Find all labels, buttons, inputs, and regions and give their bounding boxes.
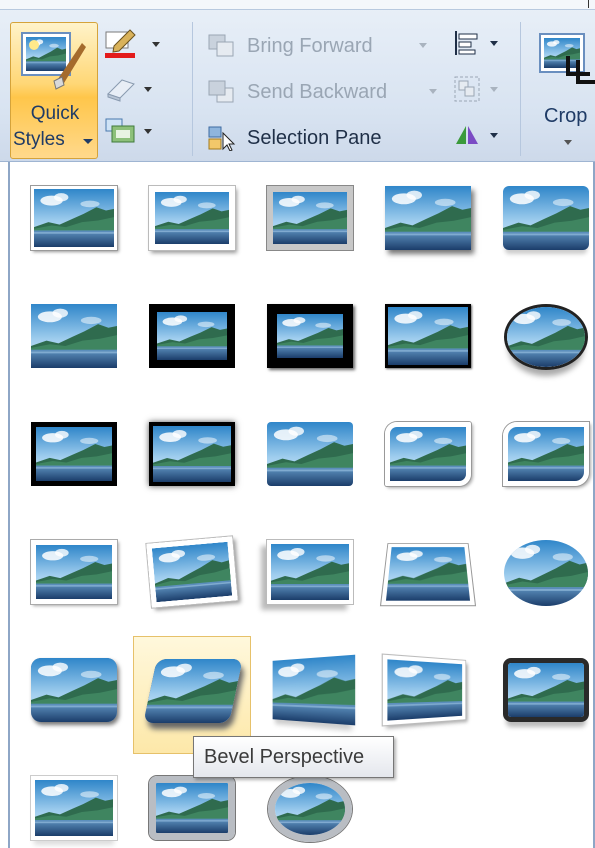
send-backward-icon xyxy=(208,80,234,103)
bring-forward-button[interactable]: Bring Forward xyxy=(205,28,435,64)
rotate-button[interactable] xyxy=(452,120,504,154)
window-edge-mark xyxy=(588,0,589,8)
style-option-26[interactable] xyxy=(15,754,133,848)
bring-forward-label: Bring Forward xyxy=(247,35,373,57)
pencil-red-underline-icon xyxy=(105,29,136,58)
group-icon xyxy=(454,76,480,102)
style-option-7[interactable] xyxy=(133,282,251,400)
style-option-21[interactable] xyxy=(15,636,133,754)
quick-styles-dropdown-arrow xyxy=(83,139,93,144)
style-thumbnail xyxy=(382,654,466,726)
crop-button[interactable]: Crop xyxy=(528,22,595,157)
picture-layout-button[interactable] xyxy=(104,116,158,150)
style-option-12[interactable] xyxy=(133,400,251,518)
ribbon-separator-2 xyxy=(520,22,521,156)
style-thumbnail xyxy=(31,186,117,250)
style-option-16[interactable] xyxy=(15,518,133,636)
style-thumbnail xyxy=(267,186,353,250)
style-thumbnail xyxy=(385,186,471,250)
selection-pane-icon xyxy=(208,126,236,151)
style-thumbnail xyxy=(273,654,356,726)
style-option-25[interactable] xyxy=(487,636,595,754)
style-thumbnail xyxy=(149,304,235,368)
crop-dropdown-arrow xyxy=(564,140,572,145)
align-button[interactable] xyxy=(452,28,504,62)
style-option-18[interactable] xyxy=(251,518,369,636)
style-thumbnail xyxy=(267,304,353,368)
crop-icon xyxy=(539,33,595,84)
style-option-11[interactable] xyxy=(15,400,133,518)
style-thumbnail xyxy=(31,540,117,604)
style-option-8[interactable] xyxy=(251,282,369,400)
style-thumbnail xyxy=(143,659,243,723)
style-thumbnail xyxy=(31,776,117,840)
picture-border-button[interactable] xyxy=(104,28,166,62)
selection-pane-button[interactable]: Selection Pane xyxy=(205,120,435,156)
picture-effects-button[interactable] xyxy=(104,74,158,108)
style-option-1[interactable] xyxy=(15,164,133,282)
style-thumbnail xyxy=(149,422,235,486)
style-option-10[interactable] xyxy=(487,282,595,400)
style-thumbnail xyxy=(503,658,589,722)
quick-styles-button[interactable]: Quick Styles xyxy=(10,22,98,159)
style-option-4[interactable] xyxy=(369,164,487,282)
style-thumbnail xyxy=(31,304,117,368)
ribbon-top-strip xyxy=(0,0,595,10)
style-option-19[interactable] xyxy=(369,518,487,636)
ribbon: Quick Styles Bring Forward Send Backward… xyxy=(0,0,595,162)
send-backward-button[interactable]: Send Backward xyxy=(205,74,437,110)
style-thumbnail xyxy=(385,304,471,368)
style-thumbnail xyxy=(31,422,117,486)
style-thumbnail xyxy=(503,186,589,250)
crop-label: Crop xyxy=(544,105,588,127)
style-option-20[interactable] xyxy=(487,518,595,636)
style-option-3[interactable] xyxy=(251,164,369,282)
style-thumbnail xyxy=(268,776,352,842)
style-thumbnail xyxy=(381,543,475,606)
eraser-icon xyxy=(107,79,135,102)
style-thumbnail xyxy=(503,422,589,486)
quick-styles-icon xyxy=(21,32,86,90)
quick-styles-label-1: Quick xyxy=(30,103,80,124)
style-thumbnail xyxy=(146,536,238,608)
group-button[interactable] xyxy=(452,74,504,108)
selection-pane-label: Selection Pane xyxy=(247,127,382,149)
style-option-5[interactable] xyxy=(487,164,595,282)
style-thumbnail xyxy=(31,658,117,722)
align-icon xyxy=(455,31,478,55)
style-thumbnail xyxy=(504,540,588,606)
style-option-2[interactable] xyxy=(133,164,251,282)
style-option-17[interactable] xyxy=(133,518,251,636)
style-thumbnail xyxy=(385,422,471,486)
send-backward-label: Send Backward xyxy=(247,81,388,103)
gallery-left-border xyxy=(8,162,10,848)
style-option-15[interactable] xyxy=(487,400,595,518)
ribbon-separator xyxy=(192,22,193,156)
rotate-icon xyxy=(456,126,478,144)
style-thumbnail xyxy=(149,186,235,250)
bring-forward-icon xyxy=(208,34,234,57)
style-option-9[interactable] xyxy=(369,282,487,400)
style-option-6[interactable] xyxy=(15,282,133,400)
style-thumbnail xyxy=(149,776,235,840)
style-thumbnail xyxy=(267,540,353,604)
style-thumbnail xyxy=(504,304,588,370)
style-tooltip: Bevel Perspective xyxy=(193,736,394,778)
picture-layout-icon xyxy=(105,118,135,143)
style-thumbnail xyxy=(267,422,353,486)
style-option-14[interactable] xyxy=(369,400,487,518)
style-option-13[interactable] xyxy=(251,400,369,518)
